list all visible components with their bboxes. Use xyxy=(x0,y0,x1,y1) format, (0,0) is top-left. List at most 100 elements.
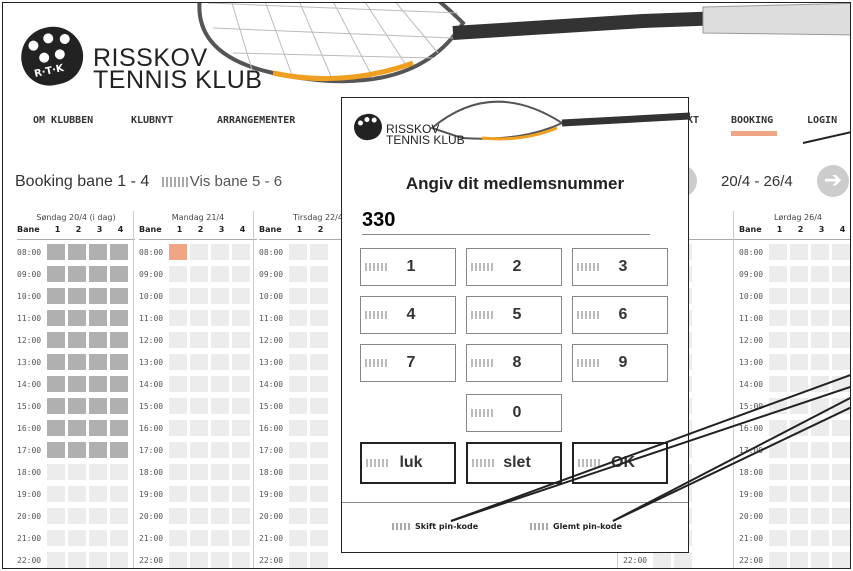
court-slot[interactable] xyxy=(47,310,65,326)
court-slot[interactable] xyxy=(769,332,787,348)
court-slot[interactable] xyxy=(68,288,86,304)
court-slot[interactable] xyxy=(310,464,328,480)
court-slot[interactable] xyxy=(310,376,328,392)
court-slot[interactable] xyxy=(110,354,128,370)
key-8[interactable]: 8 xyxy=(466,344,562,382)
court-slot[interactable] xyxy=(89,552,107,568)
court-slot[interactable] xyxy=(310,552,328,568)
court-slot[interactable] xyxy=(68,530,86,546)
court-slot[interactable] xyxy=(769,486,787,502)
key-2[interactable]: 2 xyxy=(466,248,562,286)
court-slot[interactable] xyxy=(769,376,787,392)
court-slot[interactable] xyxy=(211,310,229,326)
court-slot[interactable] xyxy=(110,398,128,414)
court-slot[interactable] xyxy=(310,244,328,260)
court-slot[interactable] xyxy=(832,552,850,568)
court-slot[interactable] xyxy=(832,266,850,282)
court-slot[interactable] xyxy=(811,266,829,282)
court-slot[interactable] xyxy=(832,376,850,392)
court-slot[interactable] xyxy=(110,442,128,458)
court-slot[interactable] xyxy=(811,288,829,304)
court-slot[interactable] xyxy=(68,376,86,392)
key-5[interactable]: 5 xyxy=(466,296,562,334)
change-pin-link[interactable]: Skift pin-kode xyxy=(392,522,478,531)
court-slot[interactable] xyxy=(211,266,229,282)
court-slot[interactable] xyxy=(811,332,829,348)
court-slot[interactable] xyxy=(47,244,65,260)
court-slot[interactable] xyxy=(68,552,86,568)
court-slot[interactable] xyxy=(211,420,229,436)
next-week-button[interactable]: ➔ xyxy=(817,165,849,197)
court-slot[interactable] xyxy=(790,420,808,436)
court-slot[interactable] xyxy=(790,376,808,392)
court-slot[interactable] xyxy=(190,552,208,568)
court-slot[interactable] xyxy=(769,266,787,282)
court-slot[interactable] xyxy=(289,376,307,392)
court-slot[interactable] xyxy=(211,288,229,304)
court-slot[interactable] xyxy=(169,508,187,524)
court-slot[interactable] xyxy=(769,244,787,260)
court-slot[interactable] xyxy=(110,332,128,348)
court-slot[interactable] xyxy=(68,442,86,458)
court-slot[interactable] xyxy=(190,442,208,458)
court-slot[interactable] xyxy=(89,398,107,414)
court-slot[interactable] xyxy=(811,310,829,326)
court-slot[interactable] xyxy=(769,552,787,568)
court-slot[interactable] xyxy=(169,486,187,502)
court-slot[interactable] xyxy=(211,508,229,524)
court-slot[interactable] xyxy=(211,442,229,458)
court-slot[interactable] xyxy=(68,420,86,436)
close-button[interactable]: luk xyxy=(360,442,456,484)
court-slot[interactable] xyxy=(47,266,65,282)
court-slot[interactable] xyxy=(68,464,86,480)
key-9[interactable]: 9 xyxy=(572,344,668,382)
court-slot[interactable] xyxy=(790,442,808,458)
court-slot[interactable] xyxy=(769,508,787,524)
nav-om-klubben[interactable]: OM KLUBBEN xyxy=(33,115,93,126)
nav-klubnyt[interactable]: KLUBNYT xyxy=(131,115,173,126)
court-slot[interactable] xyxy=(47,552,65,568)
court-slot[interactable] xyxy=(790,398,808,414)
court-slot[interactable] xyxy=(47,420,65,436)
court-slot[interactable] xyxy=(790,310,808,326)
court-slot[interactable] xyxy=(811,552,829,568)
court-slot[interactable] xyxy=(769,530,787,546)
court-slot[interactable] xyxy=(169,354,187,370)
court-slot[interactable] xyxy=(169,530,187,546)
court-slot[interactable] xyxy=(169,310,187,326)
court-slot[interactable] xyxy=(68,244,86,260)
court-slot[interactable] xyxy=(769,464,787,480)
court-slot[interactable] xyxy=(47,398,65,414)
court-slot[interactable] xyxy=(232,376,250,392)
court-slot[interactable] xyxy=(47,530,65,546)
court-slot[interactable] xyxy=(811,464,829,480)
court-slot[interactable] xyxy=(211,244,229,260)
court-slot[interactable] xyxy=(190,244,208,260)
court-slot[interactable] xyxy=(832,310,850,326)
court-slot[interactable] xyxy=(190,420,208,436)
court-slot[interactable] xyxy=(190,398,208,414)
court-slot[interactable] xyxy=(47,508,65,524)
court-slot[interactable] xyxy=(110,486,128,502)
court-slot[interactable] xyxy=(790,486,808,502)
court-slot[interactable] xyxy=(289,310,307,326)
court-slot[interactable] xyxy=(310,530,328,546)
court-slot[interactable] xyxy=(811,398,829,414)
court-slot[interactable] xyxy=(211,464,229,480)
court-slot[interactable] xyxy=(310,442,328,458)
court-slot[interactable] xyxy=(310,508,328,524)
court-slot[interactable] xyxy=(832,442,850,458)
court-slot[interactable] xyxy=(811,376,829,392)
member-number-input[interactable] xyxy=(362,206,650,235)
court-slot[interactable] xyxy=(790,244,808,260)
court-slot[interactable] xyxy=(289,266,307,282)
court-slot[interactable] xyxy=(190,288,208,304)
court-slot[interactable] xyxy=(832,354,850,370)
court-slot[interactable] xyxy=(289,354,307,370)
court-slot[interactable] xyxy=(190,464,208,480)
court-slot[interactable] xyxy=(169,266,187,282)
court-slot[interactable] xyxy=(769,442,787,458)
court-slot[interactable] xyxy=(89,244,107,260)
court-slot[interactable] xyxy=(289,442,307,458)
court-slot[interactable] xyxy=(190,310,208,326)
